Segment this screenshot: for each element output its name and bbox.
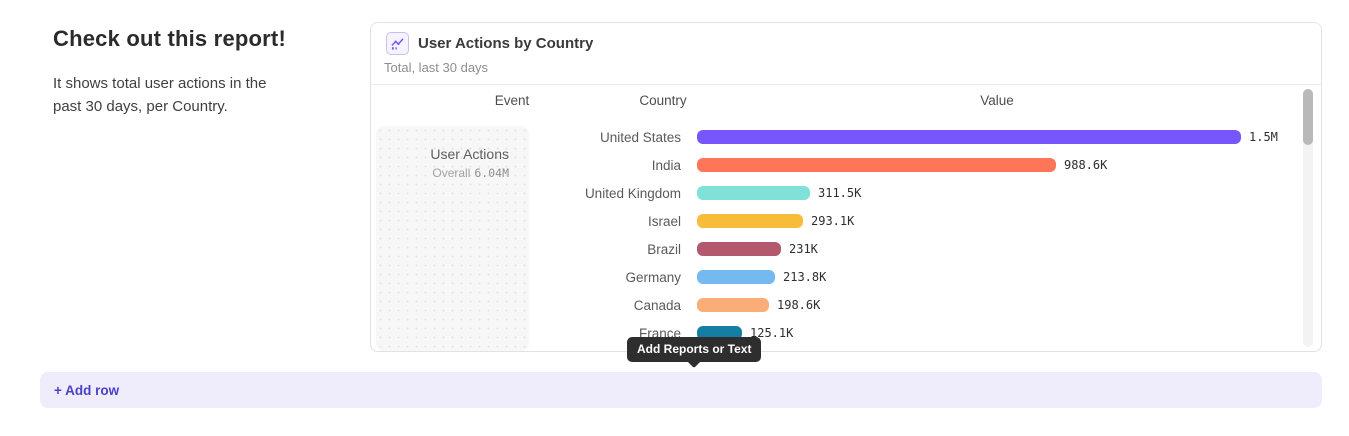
value-label: 198.6K — [777, 298, 820, 312]
value-bar[interactable] — [697, 242, 781, 256]
report-subtitle: Total, last 30 days — [384, 60, 488, 75]
bar-row: Canada 198.6K — [371, 291, 1321, 319]
value-label: 988.6K — [1064, 158, 1107, 172]
bar-row: France125.1K — [371, 319, 1321, 347]
chart-scrollbar-track[interactable] — [1303, 89, 1313, 347]
column-header-country: Country — [639, 93, 686, 108]
bar-row: Israel 293.1K — [371, 207, 1321, 235]
report-card-header: User Actions by Country Total, last 30 d… — [371, 23, 1321, 85]
value-label: 311.5K — [818, 186, 861, 200]
value-bar[interactable] — [697, 158, 1056, 172]
insights-chart-icon — [386, 32, 409, 55]
country-label: Brazil — [371, 242, 681, 257]
intro-block: Check out this report! It shows total us… — [53, 26, 303, 119]
value-bar[interactable] — [697, 186, 810, 200]
country-label: Germany — [371, 270, 681, 285]
column-header-event: Event — [495, 93, 530, 108]
add-row-label: + Add row — [54, 383, 119, 398]
bar-row: Brazil 231K — [371, 235, 1321, 263]
intro-body: It shows total user actions in the past … — [53, 72, 293, 119]
country-label: Canada — [371, 298, 681, 313]
intro-heading: Check out this report! — [53, 26, 303, 52]
bar-row: United Kingdom 311.5K — [371, 179, 1321, 207]
country-label: United States — [371, 130, 681, 145]
value-label: 213.8K — [783, 270, 826, 284]
tooltip-caret-icon — [687, 354, 701, 368]
report-card[interactable]: User Actions by Country Total, last 30 d… — [370, 22, 1322, 352]
value-bar[interactable] — [697, 298, 769, 312]
bar-row: Germany 213.8K — [371, 263, 1321, 291]
value-bar[interactable] — [697, 214, 803, 228]
value-bar[interactable] — [697, 270, 775, 284]
value-label: 1.5M — [1249, 130, 1278, 144]
report-title[interactable]: User Actions by Country — [418, 35, 593, 52]
add-reports-tooltip: Add Reports or Text — [627, 337, 761, 362]
value-label: 293.1K — [811, 214, 854, 228]
country-label: Israel — [371, 214, 681, 229]
bar-rows: United States 1.5M India 988.6K United Kingd… — [371, 123, 1321, 347]
chart-scrollbar-thumb[interactable] — [1303, 89, 1313, 145]
column-header-value: Value — [980, 93, 1014, 108]
value-bar[interactable] — [697, 130, 1241, 144]
country-label: India — [371, 158, 681, 173]
value-label: 231K — [789, 242, 818, 256]
add-row-button[interactable]: + Add row — [40, 372, 1322, 408]
bar-row: United States 1.5M — [371, 123, 1321, 151]
bar-row: India 988.6K — [371, 151, 1321, 179]
country-label: United Kingdom — [371, 186, 681, 201]
